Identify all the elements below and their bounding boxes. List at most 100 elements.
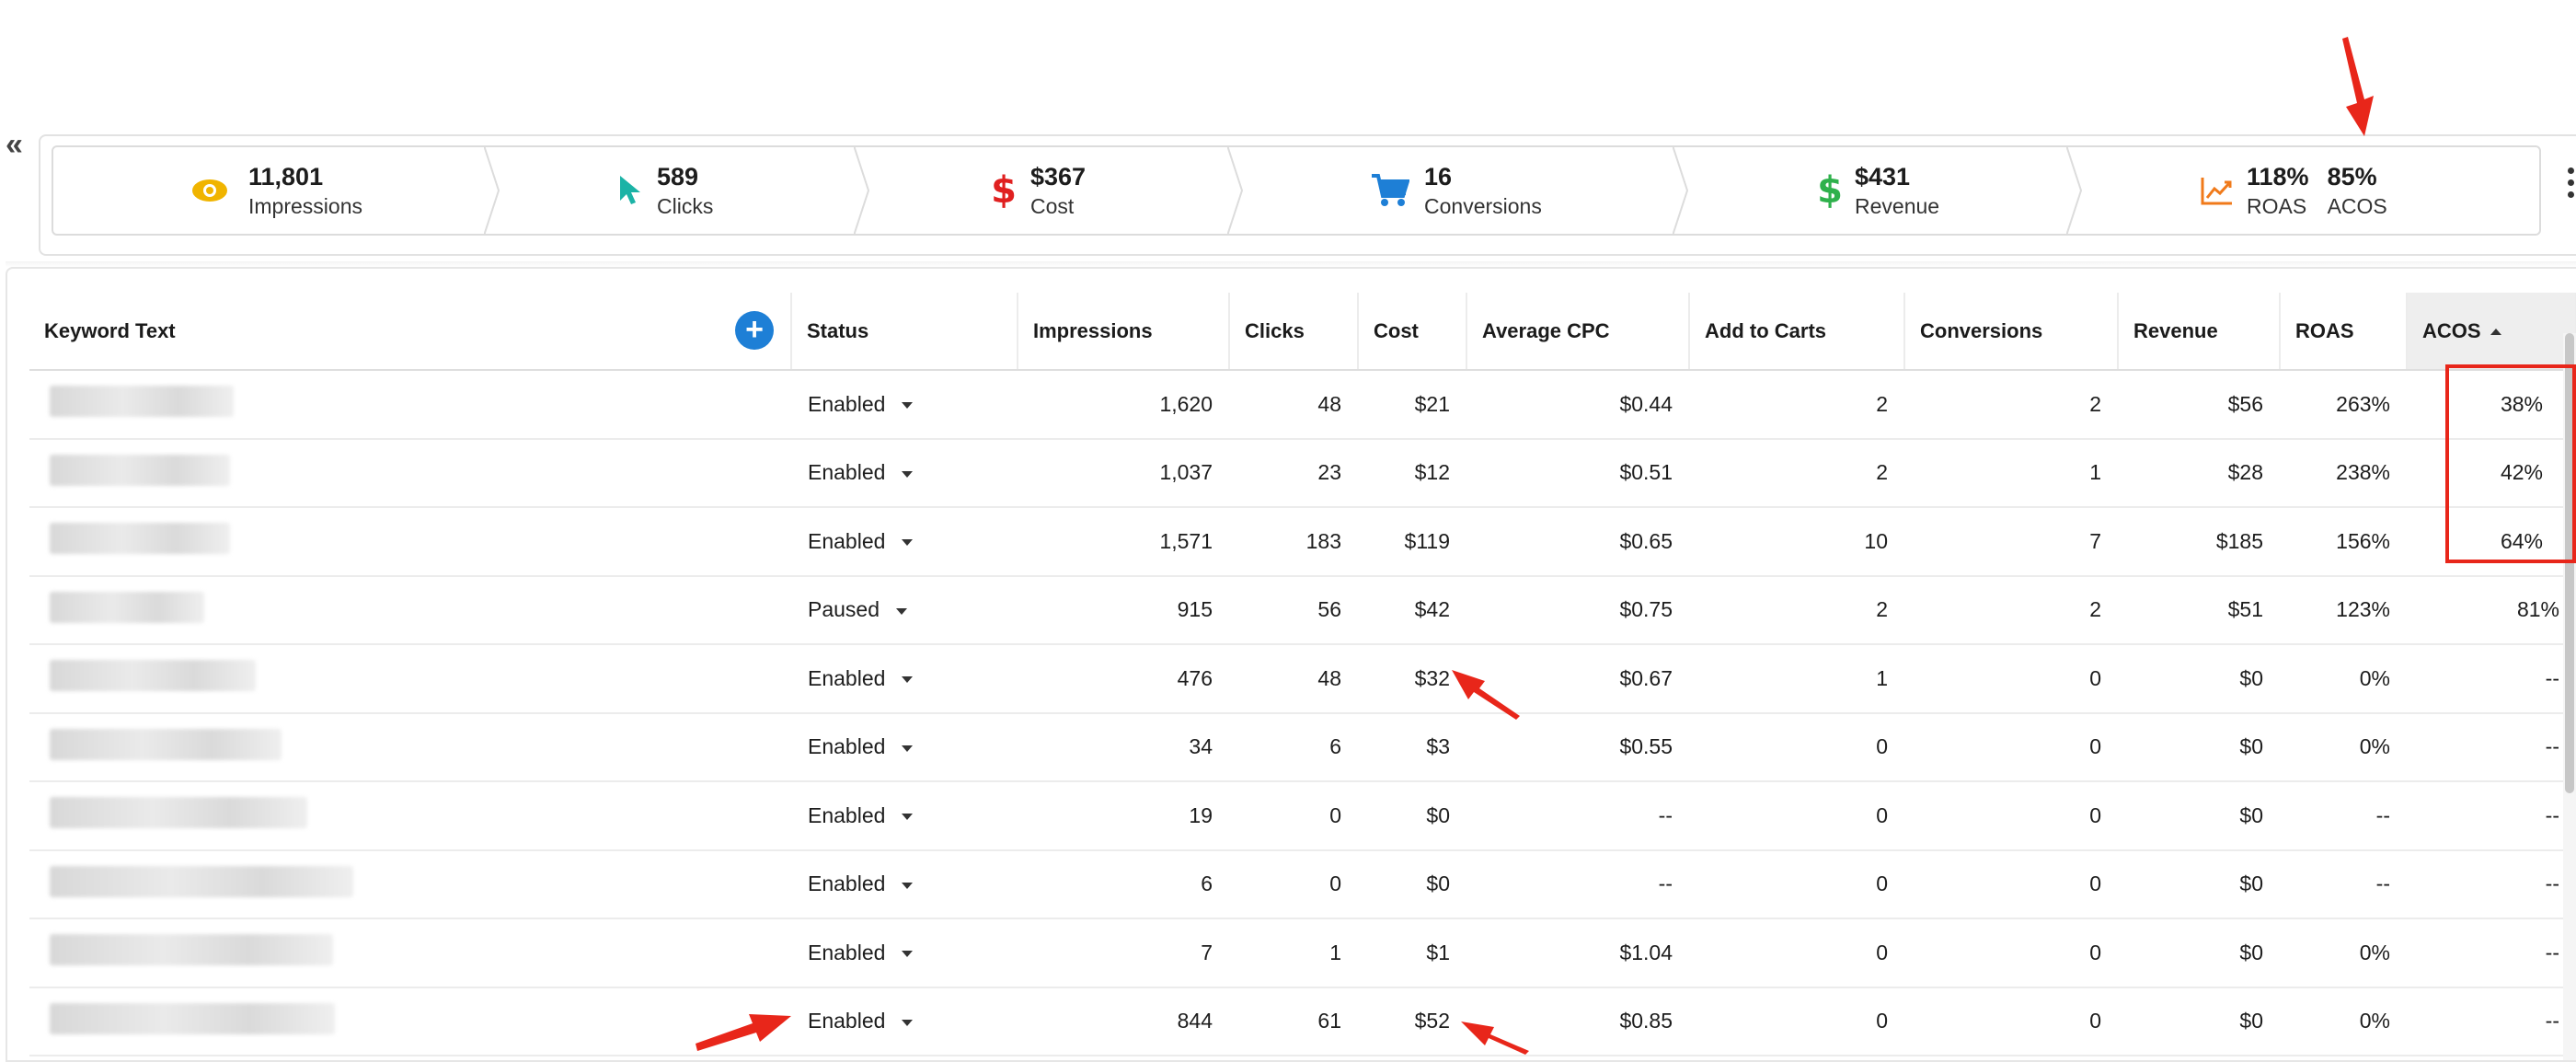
table-row[interactable]: Enabled 1,571 183 $119 $0.65 10 7 $185 156% 64%	[29, 507, 2576, 577]
column-header-add-to-carts[interactable]: Add to Carts	[1689, 293, 1905, 371]
metric-label-acos: ACOS	[2327, 194, 2387, 218]
table-row[interactable]: Enabled 6 0 $0 -- 0 0 $0 -- --	[29, 849, 2576, 919]
cell-status-dropdown[interactable]: Enabled	[791, 438, 1018, 508]
cell-keyword-text[interactable]	[29, 849, 791, 919]
column-header-cost[interactable]: Cost	[1358, 293, 1467, 371]
cell-revenue: $28	[2118, 438, 2280, 508]
table-row[interactable]: Enabled 476 48 $32 $0.67 1 0 $0 0% --	[29, 644, 2576, 714]
redacted-keyword	[50, 865, 353, 897]
cell-cost: $0	[1358, 849, 1466, 919]
column-header-average-cpc[interactable]: Average CPC	[1466, 293, 1690, 371]
column-header-acos[interactable]: ACOS	[2407, 293, 2576, 371]
collapse-panel-button[interactable]: «	[6, 129, 23, 160]
cell-status-dropdown[interactable]: Paused	[791, 575, 1018, 645]
cell-average-cpc: $0.65	[1466, 507, 1689, 577]
table-row[interactable]: Enabled 19 0 $0 -- 0 0 $0 -- --	[29, 781, 2576, 851]
cursor-icon	[615, 175, 646, 206]
chevron-down-icon[interactable]	[896, 607, 908, 615]
annotation-arrow-icon	[1452, 670, 1520, 720]
chevron-down-icon[interactable]	[902, 745, 914, 752]
cell-add-to-carts: 0	[1689, 849, 1904, 919]
table-header-row: Keyword Text + Status Impressions Clicks …	[29, 293, 2576, 371]
column-header-clicks[interactable]: Clicks	[1229, 293, 1359, 371]
table-row[interactable]: Enabled 1,620 48 $21 $0.44 2 2 $56 263% 38%	[29, 370, 2576, 440]
chevron-down-icon[interactable]	[902, 539, 914, 547]
column-header-impressions[interactable]: Impressions	[1018, 293, 1230, 371]
cell-status-dropdown[interactable]: Enabled	[791, 712, 1018, 782]
sort-ascending-icon	[2490, 329, 2501, 336]
cell-add-to-carts: 0	[1689, 987, 1904, 1056]
cell-status-dropdown[interactable]: Enabled	[791, 370, 1018, 440]
metric-value: 11,801	[248, 163, 324, 190]
cell-keyword-text[interactable]	[29, 781, 791, 851]
cell-acos: --	[2407, 849, 2576, 919]
table-row[interactable]: Enabled 1,037 23 $12 $0.51 2 1 $28 238% 42%	[29, 438, 2576, 508]
chevron-down-icon[interactable]	[902, 1019, 914, 1026]
table-row[interactable]: Enabled 7 1 $1 $1.04 0 0 $0 0% --	[29, 918, 2576, 988]
cell-impressions: 1,620	[1018, 370, 1229, 440]
cell-roas: 263%	[2280, 370, 2407, 440]
cell-impressions: 476	[1018, 644, 1229, 714]
column-header-roas[interactable]: ROAS	[2280, 293, 2408, 371]
cell-status-dropdown[interactable]: Enabled	[791, 507, 1018, 577]
cell-average-cpc: --	[1466, 781, 1689, 851]
dollar-icon: $	[991, 169, 1017, 212]
cell-keyword-text[interactable]	[29, 438, 791, 508]
cell-revenue: $51	[2118, 575, 2280, 645]
cell-status-dropdown[interactable]: Enabled	[791, 781, 1018, 851]
status-label: Enabled	[808, 460, 886, 485]
cell-roas: 0%	[2280, 644, 2407, 714]
cell-acos: --	[2407, 644, 2576, 714]
table-row[interactable]: Paused 915 56 $42 $0.75 2 2 $51 123% 81%	[29, 575, 2576, 645]
add-keyword-button[interactable]: +	[735, 311, 774, 350]
metric-value: $431	[1855, 163, 1911, 190]
cell-keyword-text[interactable]	[29, 575, 791, 645]
metric-label: Conversions	[1424, 194, 1542, 218]
cell-revenue: $0	[2118, 987, 2280, 1056]
cell-keyword-text[interactable]	[29, 918, 791, 988]
cell-conversions: 0	[1904, 781, 2118, 851]
cell-clicks: 183	[1229, 507, 1358, 577]
cell-cost: $3	[1358, 712, 1466, 782]
cell-acos: --	[2407, 781, 2576, 851]
cell-conversions: 0	[1904, 987, 2118, 1056]
metric-label: Cost	[1030, 194, 1075, 218]
metrics-summary-bar: 11,801 Impressions 589 Clicks $ $367 Cos…	[52, 145, 2541, 236]
chevron-down-icon[interactable]	[902, 676, 914, 684]
column-header-keyword-text[interactable]: Keyword Text +	[29, 293, 792, 371]
cell-status-dropdown[interactable]: Enabled	[791, 918, 1018, 988]
metric-label-roas: ROAS	[2247, 194, 2307, 218]
cell-cost: $32	[1358, 644, 1466, 714]
chevron-down-icon[interactable]	[902, 882, 914, 889]
chevron-down-icon[interactable]	[902, 470, 914, 478]
cell-status-dropdown[interactable]: Enabled	[791, 644, 1018, 714]
cell-conversions: 0	[1904, 644, 2118, 714]
table-row[interactable]: Enabled 844 61 $52 $0.85 0 0 $0 0% --	[29, 987, 2576, 1056]
cell-roas: --	[2280, 849, 2407, 919]
table-row[interactable]: Enabled 34 6 $3 $0.55 0 0 $0 0% --	[29, 712, 2576, 782]
cell-clicks: 1	[1229, 918, 1358, 988]
chevron-down-icon[interactable]	[902, 951, 914, 958]
metric-label: Revenue	[1855, 194, 1940, 218]
column-header-status[interactable]: Status	[791, 293, 1018, 371]
cell-roas: 0%	[2280, 918, 2407, 988]
metric-value-acos: 85%	[2327, 163, 2377, 190]
cell-keyword-text[interactable]	[29, 712, 791, 782]
status-label: Enabled	[808, 1009, 886, 1033]
metric-value-roas: 118%	[2247, 163, 2309, 190]
cell-conversions: 7	[1904, 507, 2118, 577]
redacted-keyword	[50, 934, 333, 966]
more-options-icon[interactable]	[2565, 167, 2576, 198]
chevron-down-icon[interactable]	[902, 814, 914, 821]
cell-status-dropdown[interactable]: Enabled	[791, 987, 1018, 1056]
cell-keyword-text[interactable]	[29, 644, 791, 714]
cell-keyword-text[interactable]	[29, 370, 791, 440]
cell-status-dropdown[interactable]: Enabled	[791, 849, 1018, 919]
cell-keyword-text[interactable]	[29, 987, 791, 1056]
cell-clicks: 23	[1229, 438, 1358, 508]
chevron-down-icon[interactable]	[902, 402, 914, 410]
column-header-revenue[interactable]: Revenue	[2118, 293, 2281, 371]
cell-cost: $119	[1358, 507, 1466, 577]
cell-keyword-text[interactable]	[29, 507, 791, 577]
column-header-conversions[interactable]: Conversions	[1904, 293, 2119, 371]
